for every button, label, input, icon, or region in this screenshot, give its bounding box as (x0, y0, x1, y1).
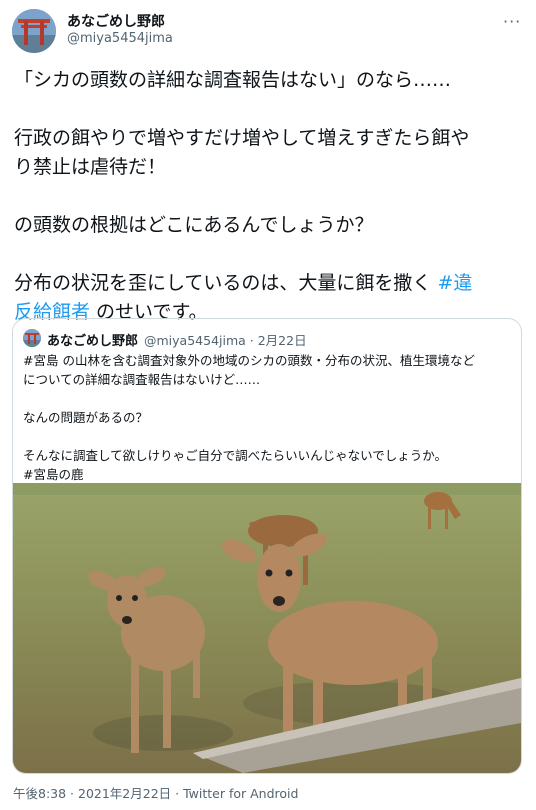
quoted-line: なんの問題があるの？ (23, 410, 149, 425)
author-handle[interactable]: @miya5454jima (67, 31, 173, 46)
tweet-text: 「シカの頭数の詳細な調査報告はない」のなら…… 行政の餌やりで増やすだけ増やして… (14, 66, 524, 327)
tweet: あなごめし野郎 @miya5454jima ··· 「シカの頭数の詳細な調査報告… (0, 0, 536, 810)
tweet-line: 分布の状況を歪にしているのは、大量に餌を撒く #違 (14, 269, 524, 298)
author-name[interactable]: あなごめし野郎 (67, 11, 165, 31)
torii-gate-avatar-image (23, 329, 41, 347)
quoted-line: についての詳細な調査報告はないけど…… (23, 372, 261, 387)
quoted-line: #宮島の鹿 (23, 467, 84, 482)
deer-photo-image (13, 483, 521, 773)
tweet-line: り禁止は虐待だ！ (14, 156, 167, 178)
quoted-tweet[interactable]: あなごめし野郎 @miya5454jima · 2月22日 #宮島 の山林を含む… (12, 318, 522, 774)
tweet-line: の頭数の根拠はどこにあるんでしょうか？ (14, 214, 374, 236)
tweet-line: 「シカの頭数の詳細な調査報告はない」のなら…… (14, 69, 452, 91)
quoted-handle-date: @miya5454jima · 2月22日 (144, 333, 307, 348)
quoted-line: #宮島 の山林を含む調査対象外の地域のシカの頭数・分布の状況、植生環境など (23, 353, 475, 368)
quoted-text: #宮島 の山林を含む調査対象外の地域のシカの頭数・分布の状況、植生環境など につ… (23, 351, 513, 484)
tweet-line: 行政の餌やりで増やすだけ増やして増えすぎたら餌や (14, 127, 470, 149)
tweet-timestamp-source[interactable]: 午後8:38 · 2021年2月22日 · Twitter for Androi… (13, 783, 298, 802)
deer-photo[interactable] (13, 483, 521, 773)
hashtag-link[interactable]: #違 (437, 272, 472, 294)
quoted-author-name: あなごめし野郎 (47, 334, 139, 349)
avatar[interactable] (12, 9, 56, 53)
quoted-avatar (23, 329, 41, 347)
quoted-line: そんなに調査して欲しけりゃご自分で調べたらいいんじゃないでしょうか。 (23, 448, 448, 463)
torii-gate-avatar-image (12, 9, 56, 53)
ellipsis-icon[interactable]: ··· (503, 12, 521, 31)
tweet-text-span: 分布の状況を歪にしているのは、大量に餌を撒く (14, 272, 438, 294)
